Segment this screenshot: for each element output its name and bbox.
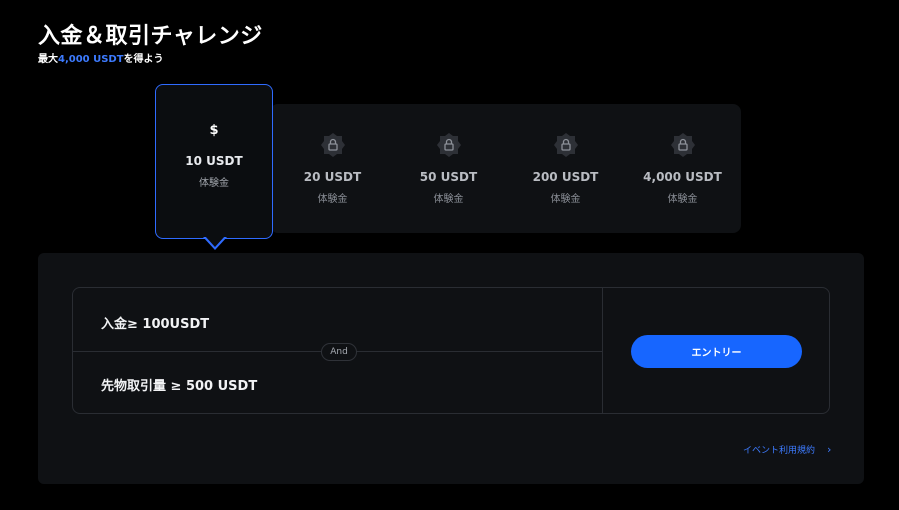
tier-amount: 20 USDT bbox=[303, 170, 362, 184]
tier-amount: 50 USDT bbox=[419, 170, 478, 184]
subtitle-suffix: を得よう bbox=[123, 54, 164, 65]
tier-amount: 4,000 USDT bbox=[643, 170, 722, 184]
tier-card-4[interactable]: 200 USDT 体験金 bbox=[507, 132, 624, 205]
page-subtitle: 最大4,000 USDTを得よう bbox=[38, 50, 164, 65]
tier-card-3[interactable]: 50 USDT 体験金 bbox=[390, 132, 507, 205]
tier-label: 体験金 bbox=[433, 194, 464, 205]
subtitle-highlight: 4,000 USDT bbox=[58, 54, 124, 65]
terms-link[interactable]: イベント利用規約 › bbox=[743, 443, 831, 456]
tier-card-2[interactable]: 20 USDT 体験金 bbox=[274, 132, 391, 205]
subtitle-prefix: 最大 bbox=[38, 54, 58, 65]
lock-icon bbox=[320, 132, 346, 158]
vertical-divider bbox=[602, 288, 603, 413]
lock-icon bbox=[670, 132, 696, 158]
tier-amount: 200 USDT bbox=[532, 170, 599, 184]
tier-card-1[interactable]: $ 10 USDT 体験金 bbox=[155, 84, 273, 239]
tier-label: 体験金 bbox=[317, 194, 348, 205]
lock-icon bbox=[553, 132, 579, 158]
tier-label: 体験金 bbox=[550, 194, 581, 205]
and-badge: And bbox=[321, 343, 357, 361]
tier-card-5[interactable]: 4,000 USDT 体験金 bbox=[624, 132, 741, 205]
dollar-icon: $ bbox=[209, 123, 219, 138]
tier-amount: 10 USDT bbox=[185, 154, 243, 168]
lock-icon bbox=[436, 132, 462, 158]
trade-volume-condition: 先物取引量 ≥ 500 USDT bbox=[101, 379, 258, 394]
terms-link-label: イベント利用規約 bbox=[743, 446, 816, 456]
active-tier-pointer-fill bbox=[205, 236, 225, 247]
entry-button[interactable]: エントリー bbox=[631, 335, 802, 368]
deposit-condition: 入金≥ 100USDT bbox=[101, 317, 210, 332]
tier-label: 体験金 bbox=[199, 178, 229, 189]
page-title: 入金＆取引チャレンジ bbox=[38, 24, 263, 49]
tier-label: 体験金 bbox=[667, 194, 698, 205]
chevron-right-icon: › bbox=[827, 443, 832, 456]
